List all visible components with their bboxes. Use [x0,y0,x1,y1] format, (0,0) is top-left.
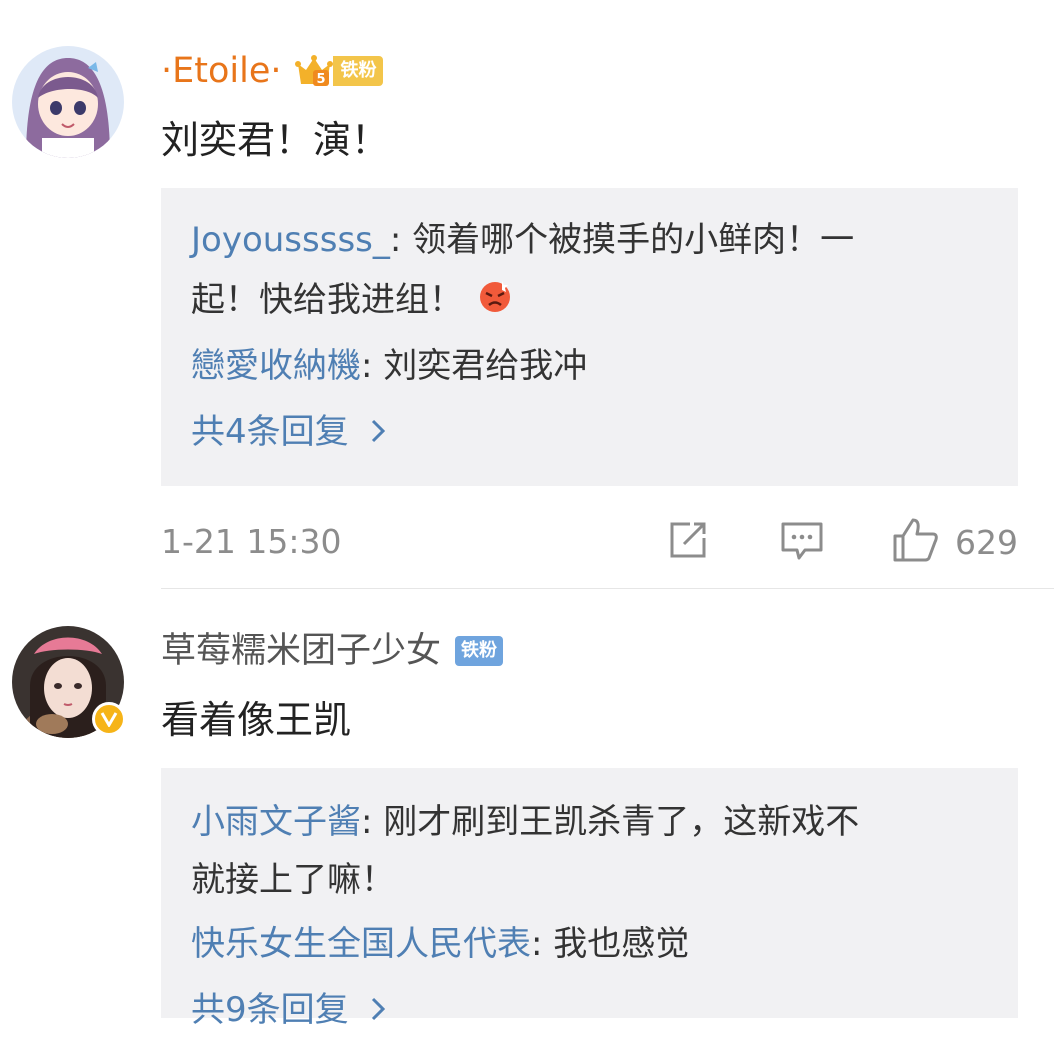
reply-username[interactable]: 小雨文子酱 [191,802,361,842]
reply-item[interactable]: 戀愛收納機: 刘奕君给我冲 [191,336,991,396]
reply-text: 刘奕君给我冲 [383,346,588,386]
reply-username[interactable]: 戀愛收納機 [191,346,361,386]
comment-timestamp: 1-21 15:30 [161,522,342,561]
fan-badge-label: 铁粉 [333,56,384,86]
reply-preview-box[interactable]: Joyousssss_: 领着哪个被摸手的小鲜肉！一 起！快给我进组！ 戀愛收納… [161,188,1018,486]
reply-text: 刚才刷到王凯杀青了，这新戏不 [383,802,860,842]
reply-item[interactable]: Joyousssss_: 领着哪个被摸手的小鲜肉！一 [191,210,991,270]
comment-icon [779,518,825,566]
comment-button[interactable] [779,515,825,569]
like-icon [891,516,939,568]
crown-icon: 5 [295,54,334,88]
comment-text: 刘奕君！演！ [161,118,390,162]
chevron-right-icon [369,404,387,464]
like-count: 629 [955,522,1018,562]
repost-icon [666,518,710,566]
comment-meta-bar: 1-21 15:30 629 [161,515,1018,569]
repost-button[interactable] [666,515,710,569]
reply-text-continued: 起！快给我进组！ [191,270,991,332]
reply-preview-box[interactable]: 小雨文子酱: 刚才刷到王凯杀青了，这新戏不 就接上了嘛！ 快乐女生全国人民代表:… [161,768,1018,1030]
like-button[interactable]: 629 [891,515,1018,569]
reply-item[interactable]: 小雨文子酱: 刚才刷到王凯杀青了，这新戏不 [191,792,991,852]
reply-text: 领着哪个被摸手的小鲜肉！一 [412,220,855,260]
iron-fan-badge: 铁粉 [455,636,504,666]
reply-username[interactable]: 快乐女生全国人民代表 [191,924,531,964]
comment-divider [161,588,1054,589]
avatar[interactable] [12,626,126,738]
reply-text-continued: 就接上了嘛！ [191,860,395,900]
username[interactable]: ·Etoile· [161,46,281,96]
reply-item[interactable]: 快乐女生全国人民代表: 我也感觉 [191,914,991,974]
svg-text:5: 5 [317,72,326,87]
comment-text: 看着像王凯 [161,698,352,742]
view-all-replies-link[interactable]: 共4条回复 [191,402,387,464]
reply-username[interactable]: Joyousssss_ [191,220,390,260]
angry-emoji-icon [478,272,512,332]
view-all-replies-link[interactable]: 共9条回复 [191,980,387,1042]
verified-v-icon [92,702,126,736]
chevron-right-icon [369,982,387,1042]
username[interactable]: 草莓糯米团子少女 [161,626,441,676]
reply-text: 我也感觉 [553,924,690,964]
avatar[interactable] [12,46,124,158]
iron-fan-badge: 5 铁粉 [295,54,384,88]
